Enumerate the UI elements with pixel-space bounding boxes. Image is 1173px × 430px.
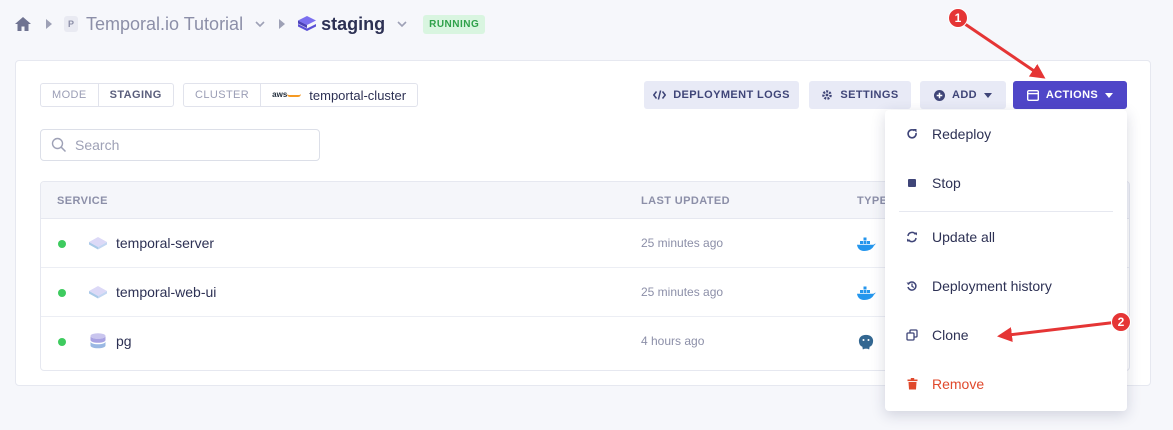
menu-item-update-all[interactable]: Update all	[885, 213, 1127, 261]
environment-name[interactable]: staging	[321, 14, 385, 35]
plus-circle-icon	[933, 89, 945, 101]
mode-value: STAGING	[109, 89, 162, 101]
history-icon	[906, 280, 918, 292]
clone-icon	[906, 329, 918, 341]
status-dot	[58, 289, 66, 297]
settings-label: SETTINGS	[840, 89, 899, 101]
docker-icon	[857, 286, 876, 300]
aws-icon: aws	[272, 91, 302, 99]
last-updated: 4 hours ago	[641, 334, 705, 348]
search-input[interactable]	[75, 137, 295, 153]
menu-item-remove[interactable]: Remove	[885, 360, 1127, 408]
window-icon	[1026, 89, 1039, 101]
menu-item-clone[interactable]: Clone	[885, 311, 1127, 359]
actions-menu: Redeploy Stop Update all Deployment hist…	[885, 110, 1127, 411]
status-dot	[58, 240, 66, 248]
status-badge: RUNNING	[423, 14, 486, 34]
menu-item-label: Clone	[932, 327, 969, 343]
mode-tag: MODE STAGING	[40, 83, 174, 107]
service-name[interactable]: temporal-web-ui	[116, 284, 216, 300]
menu-item-deployment-history[interactable]: Deployment history	[885, 262, 1127, 310]
service-name[interactable]: temporal-server	[116, 235, 214, 251]
chevron-right-icon	[279, 19, 286, 29]
menu-item-redeploy[interactable]: Redeploy	[885, 110, 1127, 158]
layers-icon	[89, 237, 107, 250]
column-type[interactable]: TYPE	[857, 195, 887, 207]
caret-down-icon	[1105, 92, 1114, 98]
gear-icon	[822, 90, 833, 100]
add-button[interactable]: ADD	[920, 81, 1006, 109]
layers-icon	[89, 286, 107, 299]
menu-divider	[899, 211, 1113, 212]
last-updated: 25 minutes ago	[641, 285, 724, 299]
cluster-tag: CLUSTER aws temportal-cluster	[183, 83, 419, 107]
cluster-value: temportal-cluster	[309, 87, 407, 103]
menu-item-label: Remove	[932, 376, 985, 392]
redeploy-icon	[906, 128, 918, 140]
search-box	[40, 129, 320, 161]
column-service[interactable]: SERVICE	[57, 195, 108, 207]
menu-item-label: Stop	[932, 175, 961, 191]
deployment-logs-label: DEPLOYMENT LOGS	[673, 89, 790, 101]
trash-icon	[906, 378, 918, 390]
mode-key: MODE	[41, 84, 99, 106]
caret-down-icon	[984, 92, 993, 98]
project-badge: P	[64, 16, 78, 32]
stop-icon	[906, 177, 918, 189]
chevron-right-icon	[46, 19, 52, 29]
menu-item-label: Redeploy	[932, 126, 992, 142]
environment-icon	[298, 16, 317, 31]
menu-item-label: Deployment history	[932, 278, 1052, 294]
code-icon	[653, 90, 667, 100]
actions-label: ACTIONS	[1045, 89, 1099, 101]
step-badge-2: 2	[1111, 312, 1131, 332]
cluster-value-wrap[interactable]: aws temportal-cluster	[261, 84, 417, 106]
menu-item-stop[interactable]: Stop	[885, 159, 1127, 207]
cluster-key: CLUSTER	[184, 84, 262, 106]
settings-button[interactable]: SETTINGS	[809, 81, 911, 109]
update-icon	[906, 231, 918, 243]
database-icon	[90, 333, 106, 349]
deployment-logs-button[interactable]: DEPLOYMENT LOGS	[644, 81, 799, 109]
postgres-icon	[858, 334, 874, 351]
menu-item-label: Update all	[932, 229, 996, 245]
project-name[interactable]: Temporal.io Tutorial	[86, 14, 243, 35]
docker-icon	[857, 237, 876, 251]
service-name[interactable]: pg	[116, 333, 132, 349]
home-icon[interactable]	[14, 15, 32, 33]
search-icon	[51, 137, 67, 153]
last-updated: 25 minutes ago	[641, 236, 724, 250]
chevron-down-icon[interactable]	[255, 19, 265, 29]
step-badge-1: 1	[948, 8, 968, 28]
add-label: ADD	[951, 89, 978, 101]
column-last-updated[interactable]: LAST UPDATED	[641, 195, 730, 207]
status-dot	[58, 338, 66, 346]
actions-button[interactable]: ACTIONS	[1013, 81, 1127, 109]
breadcrumb: P Temporal.io Tutorial staging RUNNING	[14, 12, 486, 36]
chevron-down-icon[interactable]	[397, 19, 407, 29]
